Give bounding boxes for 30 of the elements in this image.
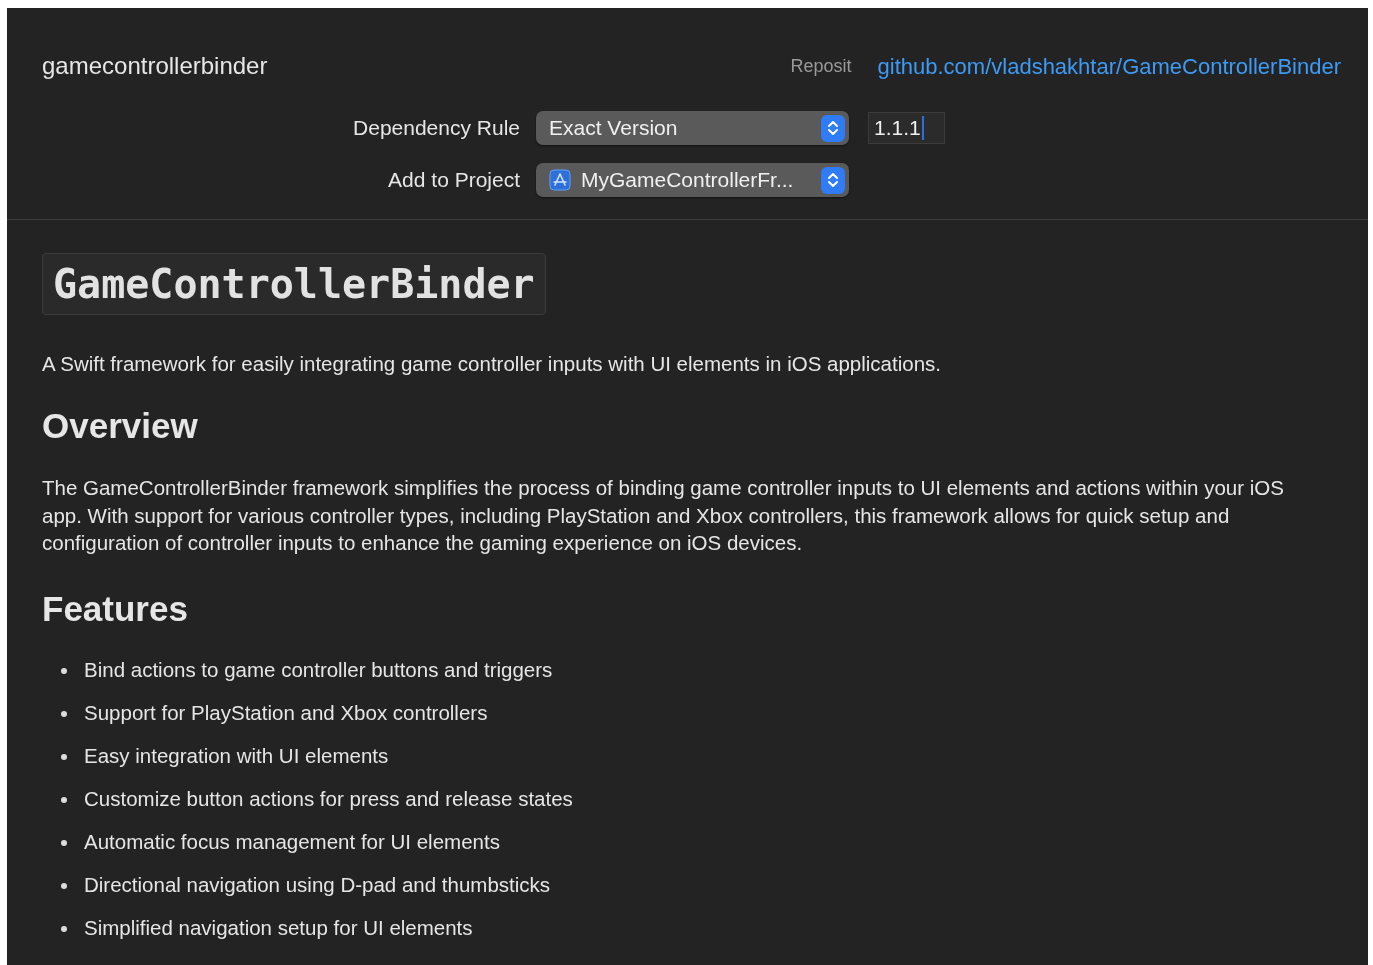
feature-item: Bind actions to game controller buttons and triggers <box>84 657 553 684</box>
popup-button[interactable]: Exact Version <box>536 111 849 145</box>
feature-item: Simplified navigation setup for UI elements <box>84 915 473 942</box>
bullet-icon <box>61 710 67 717</box>
bullet-icon <box>61 882 67 889</box>
summary-text: A Swift framework for easily integrating game controller inputs with UI elements in iOS applications. <box>42 351 942 377</box>
readme-title: GameControllerBinder <box>53 261 535 307</box>
form-label: Add to Project <box>387 167 520 194</box>
section-heading: Features <box>42 587 189 630</box>
feature-item: Customize button actions for press and release states <box>84 786 573 813</box>
feature-item: Easy integration with UI elements <box>84 743 389 770</box>
feature-item: Automatic focus management for UI elements <box>84 829 500 856</box>
app-icon <box>549 169 571 191</box>
bullet-icon <box>61 753 67 760</box>
feature-item: Support for PlayStation and Xbox controllers <box>84 700 488 727</box>
repository-link[interactable]: github.com/vladshakhtar/GameControllerBinder <box>877 49 1341 83</box>
section-heading: Overview <box>42 404 199 447</box>
package-name: gamecontrollerbinder <box>42 51 268 81</box>
bullet-icon <box>61 839 67 846</box>
version-field[interactable]: 1.1.1 <box>868 112 945 144</box>
repository-label: Reposit <box>790 54 852 78</box>
form-label: Dependency Rule <box>352 115 520 142</box>
stepper-icon <box>821 166 845 194</box>
popup-button[interactable]: MyGameControllerFr... <box>536 163 849 197</box>
feature-item: Directional navigation using D-pad and thumbsticks <box>84 872 551 899</box>
bullet-icon <box>61 667 67 674</box>
stepper-icon <box>821 114 845 142</box>
bullet-icon <box>61 796 67 803</box>
section-paragraph: The GameControllerBinder framework simplifies the process of binding game controller inputs to UI elements and actions within your iOS app. With support for various controller types, including PlayStation and Xbox controllers, this framework allows for quick setup and configuration of controller inputs to enhance the gaming experience on iOS devices. <box>42 475 1285 557</box>
bullet-icon <box>61 925 67 932</box>
